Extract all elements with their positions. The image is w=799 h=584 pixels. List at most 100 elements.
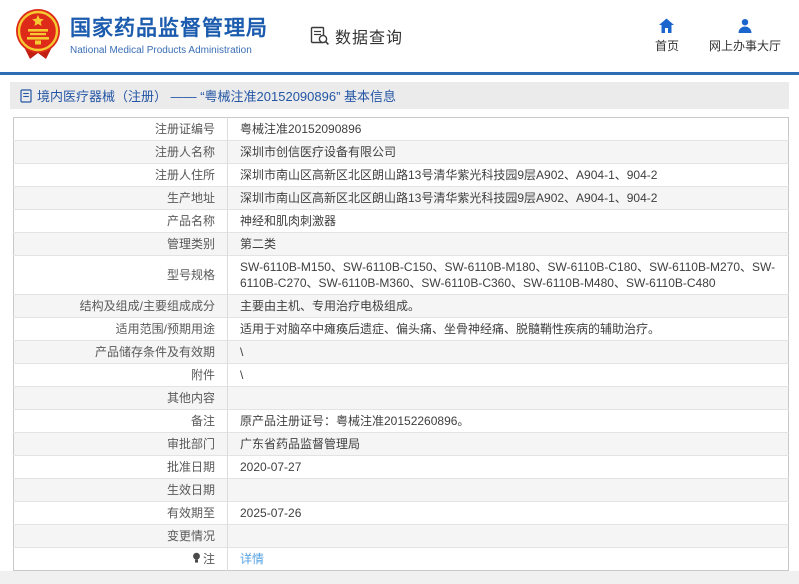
row-label-text: 结构及组成/主要组成成分 — [80, 299, 215, 313]
row-label-text: 注册人名称 — [155, 145, 215, 159]
home-icon — [658, 18, 675, 34]
row-label: 注 — [14, 548, 228, 571]
table-row: 生产地址 深圳市南山区高新区北区朗山路13号清华紫光科技园9层A902、A904-… — [14, 187, 789, 210]
row-value-text: SW-6110B-M150、SW-6110B-C150、SW-6110B-M18… — [240, 260, 775, 290]
row-label-text: 适用范围/预期用途 — [116, 322, 215, 336]
row-value-text: 深圳市南山区高新区北区朗山路13号清华紫光科技园9层A902、A904-1、90… — [240, 191, 657, 205]
table-row: 适用范围/预期用途 适用于对脑卒中瘫痪后遗症、偏头痛、坐骨神经痛、脱髓鞘性疾病的辅… — [14, 318, 789, 341]
row-label: 其他内容 — [14, 387, 228, 410]
row-value — [228, 387, 789, 410]
table-row: 产品名称 神经和肌肉刺激器 — [14, 210, 789, 233]
table-row: 型号规格 SW-6110B-M150、SW-6110B-C150、SW-6110B… — [14, 256, 789, 295]
row-value-text: 广东省药品监督管理局 — [240, 437, 360, 451]
row-value: 详情 — [228, 548, 789, 571]
row-label-text: 备注 — [191, 414, 215, 428]
row-label-text: 其他内容 — [167, 391, 215, 405]
row-label-text: 管理类别 — [167, 237, 215, 251]
table-row: 批准日期 2020-07-27 — [14, 456, 789, 479]
nav-online-service-hall[interactable]: 网上办事大厅 — [709, 18, 781, 54]
table-row: 有效期至 2025-07-26 — [14, 502, 789, 525]
row-value — [228, 479, 789, 502]
row-label-text: 有效期至 — [167, 506, 215, 520]
row-label-text: 生效日期 — [167, 483, 215, 497]
row-value-text: 第二类 — [240, 237, 276, 251]
org-name-en: National Medical Products Administration — [70, 45, 268, 56]
table-row: 附件 \ — [14, 364, 789, 387]
row-value-text: 粤械注准20152090896 — [240, 122, 361, 136]
row-value-text: 深圳市创信医疗设备有限公司 — [240, 145, 396, 159]
row-value-text: 主要由主机、专用治疗电极组成。 — [240, 299, 420, 313]
row-label-text: 批准日期 — [167, 460, 215, 474]
row-value: 第二类 — [228, 233, 789, 256]
row-value-text: \ — [240, 368, 243, 382]
row-label-text: 产品名称 — [167, 214, 215, 228]
detail-link[interactable]: 详情 — [240, 552, 264, 566]
table-row: 注 详情 — [14, 548, 789, 571]
row-label: 附件 — [14, 364, 228, 387]
row-value: \ — [228, 364, 789, 387]
row-label-text: 型号规格 — [167, 268, 215, 282]
row-label: 适用范围/预期用途 — [14, 318, 228, 341]
org-name-zh: 国家药品监督管理局 — [70, 16, 268, 42]
header-divider — [0, 72, 799, 75]
page: 国家药品监督管理局 National Medical Products Admi… — [0, 0, 799, 584]
row-label-text: 审批部门 — [167, 437, 215, 451]
header: 国家药品监督管理局 National Medical Products Admi… — [0, 0, 799, 72]
row-value-text: 2020-07-27 — [240, 460, 301, 474]
row-label-text: 变更情况 — [167, 529, 215, 543]
table-row: 生效日期 — [14, 479, 789, 502]
table-row: 审批部门 广东省药品监督管理局 — [14, 433, 789, 456]
nav-home-label: 首页 — [655, 37, 679, 54]
table-row: 注册证编号粤械注准20152090896 — [14, 118, 789, 141]
row-value: SW-6110B-M150、SW-6110B-C150、SW-6110B-M18… — [228, 256, 789, 295]
row-value: 深圳市南山区高新区北区朗山路13号清华紫光科技园9层A902、A904-1、90… — [228, 164, 789, 187]
row-label: 型号规格 — [14, 256, 228, 295]
row-value-text: 神经和肌肉刺激器 — [240, 214, 336, 228]
row-label-text: 产品储存条件及有效期 — [95, 345, 215, 359]
row-label: 注册证编号 — [14, 118, 228, 141]
row-value: 2020-07-27 — [228, 456, 789, 479]
row-value: 神经和肌肉刺激器 — [228, 210, 789, 233]
row-value-text: \ — [240, 345, 243, 359]
page-bottom-strip — [0, 571, 799, 583]
row-label-text: 注 — [203, 552, 215, 566]
row-label-text: 注册人住所 — [155, 168, 215, 182]
row-value-text: 深圳市南山区高新区北区朗山路13号清华紫光科技园9层A902、A904-1、90… — [240, 168, 657, 182]
row-value: 主要由主机、专用治疗电极组成。 — [228, 295, 789, 318]
row-value: 原产品注册证号：粤械注准20152260896。 — [228, 410, 789, 433]
row-label: 备注 — [14, 410, 228, 433]
row-label: 产品名称 — [14, 210, 228, 233]
row-label: 批准日期 — [14, 456, 228, 479]
row-value-text: 原产品注册证号：粤械注准20152260896。 — [240, 414, 469, 428]
row-label: 注册人名称 — [14, 141, 228, 164]
row-value-text: 适用于对脑卒中瘫痪后遗症、偏头痛、坐骨神经痛、脱髓鞘性疾病的辅助治疗。 — [240, 322, 660, 336]
table-row: 其他内容 — [14, 387, 789, 410]
row-label: 有效期至 — [14, 502, 228, 525]
table-row: 产品储存条件及有效期 \ — [14, 341, 789, 364]
nav-home[interactable]: 首页 — [655, 18, 679, 54]
table-row: 变更情况 — [14, 525, 789, 548]
row-value: 适用于对脑卒中瘫痪后遗症、偏头痛、坐骨神经痛、脱髓鞘性疾病的辅助治疗。 — [228, 318, 789, 341]
data-query-title: 数据查询 — [335, 24, 403, 48]
table-row: 结构及组成/主要组成成分 主要由主机、专用治疗电极组成。 — [14, 295, 789, 318]
row-label-text: 生产地址 — [167, 191, 215, 205]
row-label: 注册人住所 — [14, 164, 228, 187]
document-icon — [20, 89, 32, 103]
table-row: 注册人住所 深圳市南山区高新区北区朗山路13号清华紫光科技园9层A902、A904… — [14, 164, 789, 187]
row-label: 审批部门 — [14, 433, 228, 456]
table-row: 注册人名称 深圳市创信医疗设备有限公司 — [14, 141, 789, 164]
document-search-icon — [310, 26, 330, 46]
row-value: 粤械注准20152090896 — [228, 118, 789, 141]
row-label: 产品储存条件及有效期 — [14, 341, 228, 364]
bulb-icon — [192, 552, 201, 564]
row-value-text: 2025-07-26 — [240, 506, 301, 520]
row-value: 2025-07-26 — [228, 502, 789, 525]
row-label: 变更情况 — [14, 525, 228, 548]
person-icon — [737, 18, 753, 34]
breadcrumb-text: 境内医疗器械（注册） —— “粤械注准20152090896” 基本信息 — [37, 86, 396, 105]
row-label-text: 附件 — [191, 368, 215, 382]
table-row: 管理类别 第二类 — [14, 233, 789, 256]
table-row: 备注 原产品注册证号：粤械注准20152260896。 — [14, 410, 789, 433]
registration-info-table: 注册证编号粤械注准20152090896注册人名称深圳市创信医疗设备有限公司注册… — [13, 117, 789, 571]
row-label: 生产地址 — [14, 187, 228, 210]
